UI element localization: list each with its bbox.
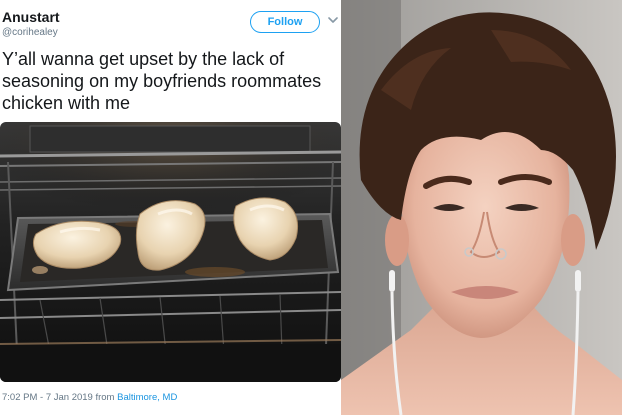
tweet-card: Anustart @corihealey Follow Y’all wanna … bbox=[0, 0, 341, 415]
user-handle[interactable]: @corihealey bbox=[2, 27, 58, 38]
tweet-text-line: chicken with me bbox=[2, 93, 131, 113]
location-link[interactable]: Baltimore, MD bbox=[117, 392, 177, 403]
display-name[interactable]: Anustart bbox=[2, 9, 60, 25]
tweet-text: Y’all wanna get upset by the lack of sea… bbox=[2, 48, 338, 114]
tweet-timestamp: 7:02 PM - 7 Jan 2019 from Baltimore, MD bbox=[2, 392, 177, 403]
selfie-photo[interactable] bbox=[341, 0, 622, 415]
oven-chicken-photo[interactable] bbox=[0, 122, 341, 382]
follow-button[interactable]: Follow bbox=[250, 11, 320, 33]
tweet-text-line: seasoning on my boyfriends roommates bbox=[2, 71, 322, 91]
timestamp-text: 7:02 PM - 7 Jan 2019 from bbox=[2, 392, 118, 403]
tweet-text-line: Y’all wanna get upset by the lack of bbox=[2, 49, 285, 69]
chevron-down-icon[interactable] bbox=[328, 16, 338, 24]
